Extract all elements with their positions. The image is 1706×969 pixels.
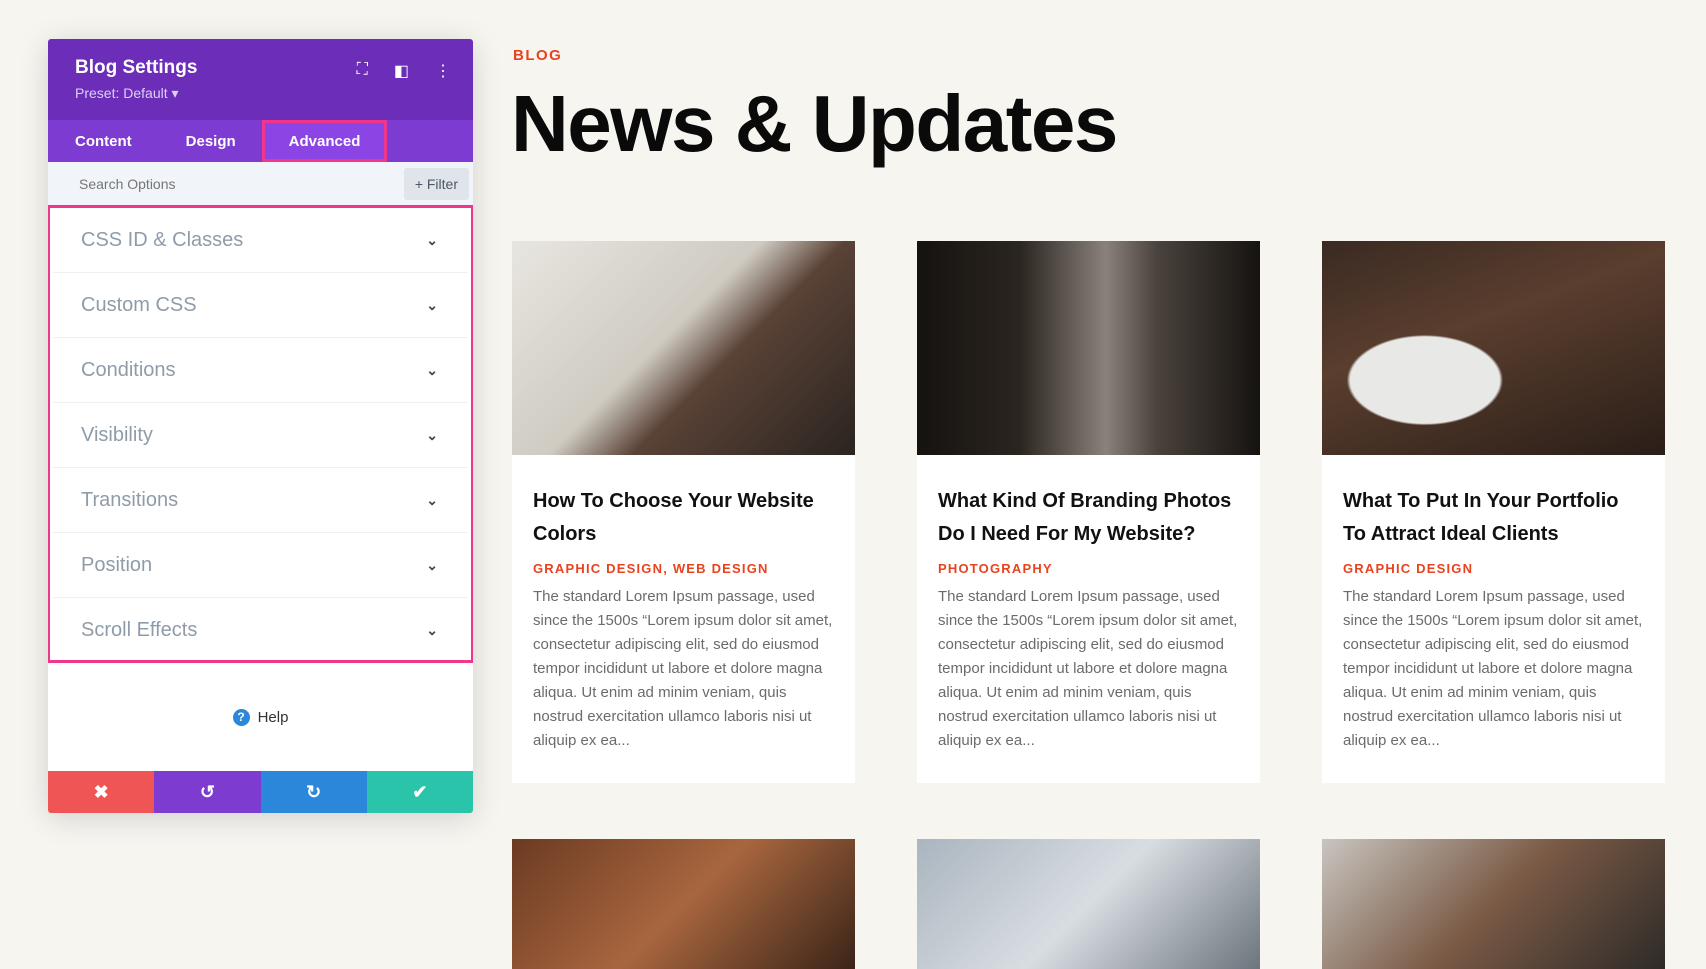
option-transitions[interactable]: Transitions ⌄ xyxy=(53,468,468,533)
option-label: Custom CSS xyxy=(81,293,197,316)
help-link[interactable]: ? Help xyxy=(48,663,473,771)
option-conditions[interactable]: Conditions ⌄ xyxy=(53,338,468,403)
option-label: Scroll Effects xyxy=(81,619,198,641)
panel-tabs: Content Design Advanced xyxy=(48,120,473,162)
option-position[interactable]: Position ⌄ xyxy=(53,533,468,598)
help-label: Help xyxy=(257,708,289,726)
undo-button[interactable]: ↺ xyxy=(154,771,261,813)
post-excerpt: The standard Lorem Ipsum passage, used s… xyxy=(1343,588,1643,749)
post-image[interactable] xyxy=(512,241,855,455)
redo-icon: ↻ xyxy=(306,781,322,802)
post-card[interactable]: What To Put In Your Portfolio To Attract… xyxy=(1322,241,1665,783)
post-image[interactable] xyxy=(917,241,1260,455)
option-label: Conditions xyxy=(81,358,176,381)
option-label: Transitions xyxy=(81,488,179,511)
chevron-down-icon: ⌄ xyxy=(426,622,438,638)
post-card[interactable]: What Kind Of Branding Photos Do I Need F… xyxy=(917,241,1260,783)
help-icon: ? xyxy=(232,708,250,726)
post-image[interactable] xyxy=(1322,839,1665,969)
tab-advanced[interactable]: Advanced xyxy=(261,120,388,162)
close-icon: ✖ xyxy=(93,781,109,802)
chevron-down-icon: ⌄ xyxy=(426,361,438,378)
panel-header: Blog Settings Preset: Default ▾ ⛶ ◧ ⋮ xyxy=(48,39,473,120)
chevron-down-icon: ⌄ xyxy=(426,556,438,573)
option-label: Position xyxy=(81,553,153,576)
save-button[interactable]: ✔ xyxy=(366,771,473,813)
eyebrow-label: BLOG xyxy=(513,47,563,64)
search-bar: + Filter xyxy=(48,162,473,205)
option-label: CSS ID & Classes xyxy=(81,228,244,251)
preset-dropdown[interactable]: Preset: Default ▾ xyxy=(75,85,446,102)
post-image[interactable] xyxy=(917,839,1260,969)
redo-button[interactable]: ↻ xyxy=(260,771,367,813)
checkmark-icon: ✔ xyxy=(412,781,428,802)
action-bar: ✖ ↺ ↻ ✔ xyxy=(48,771,473,813)
more-options-icon[interactable]: ⋮ xyxy=(435,61,451,81)
post-title[interactable]: What To Put In Your Portfolio To Attract… xyxy=(1343,485,1644,551)
option-scroll-effects[interactable]: Scroll Effects ⌄ xyxy=(53,598,468,663)
tab-content[interactable]: Content xyxy=(75,120,132,162)
post-image[interactable] xyxy=(1322,241,1665,455)
fullscreen-icon[interactable]: ⛶ xyxy=(357,61,368,81)
options-list: CSS ID & Classes ⌄ Custom CSS ⌄ Conditions… xyxy=(48,205,473,663)
post-title[interactable]: How To Choose Your Website Colors xyxy=(533,485,834,551)
post-image[interactable] xyxy=(512,839,855,969)
post-category[interactable]: PHOTOGRAPHY xyxy=(938,561,1239,576)
option-custom-css[interactable]: Custom CSS ⌄ xyxy=(53,273,468,338)
search-input[interactable] xyxy=(79,175,260,192)
post-excerpt: The standard Lorem Ipsum passage, used s… xyxy=(938,588,1238,749)
undo-icon: ↺ xyxy=(199,781,215,802)
sidebar-layout-icon[interactable]: ◧ xyxy=(394,61,409,81)
post-card[interactable]: How To Choose Your Website Colors GRAPHI… xyxy=(512,241,855,783)
filter-button[interactable]: + Filter xyxy=(403,167,469,200)
chevron-down-icon: ⌄ xyxy=(426,426,438,443)
page-title: News & Updates xyxy=(511,79,1118,168)
chevron-down-icon: ⌄ xyxy=(426,231,438,248)
cancel-button[interactable]: ✖ xyxy=(48,771,155,813)
post-category[interactable]: GRAPHIC DESIGN, WEB DESIGN xyxy=(533,561,834,576)
chevron-down-icon: ⌄ xyxy=(426,296,438,313)
tab-design[interactable]: Design xyxy=(186,120,236,162)
post-title[interactable]: What Kind Of Branding Photos Do I Need F… xyxy=(938,485,1239,551)
option-visibility[interactable]: Visibility ⌄ xyxy=(53,403,468,468)
post-category[interactable]: GRAPHIC DESIGN xyxy=(1343,561,1644,576)
post-excerpt: The standard Lorem Ipsum passage, used s… xyxy=(533,588,833,749)
chevron-down-icon: ⌄ xyxy=(426,491,438,508)
option-css-id-classes[interactable]: CSS ID & Classes ⌄ xyxy=(53,208,468,273)
settings-panel: Blog Settings Preset: Default ▾ ⛶ ◧ ⋮ Co… xyxy=(48,39,473,813)
option-label: Visibility xyxy=(81,423,153,446)
